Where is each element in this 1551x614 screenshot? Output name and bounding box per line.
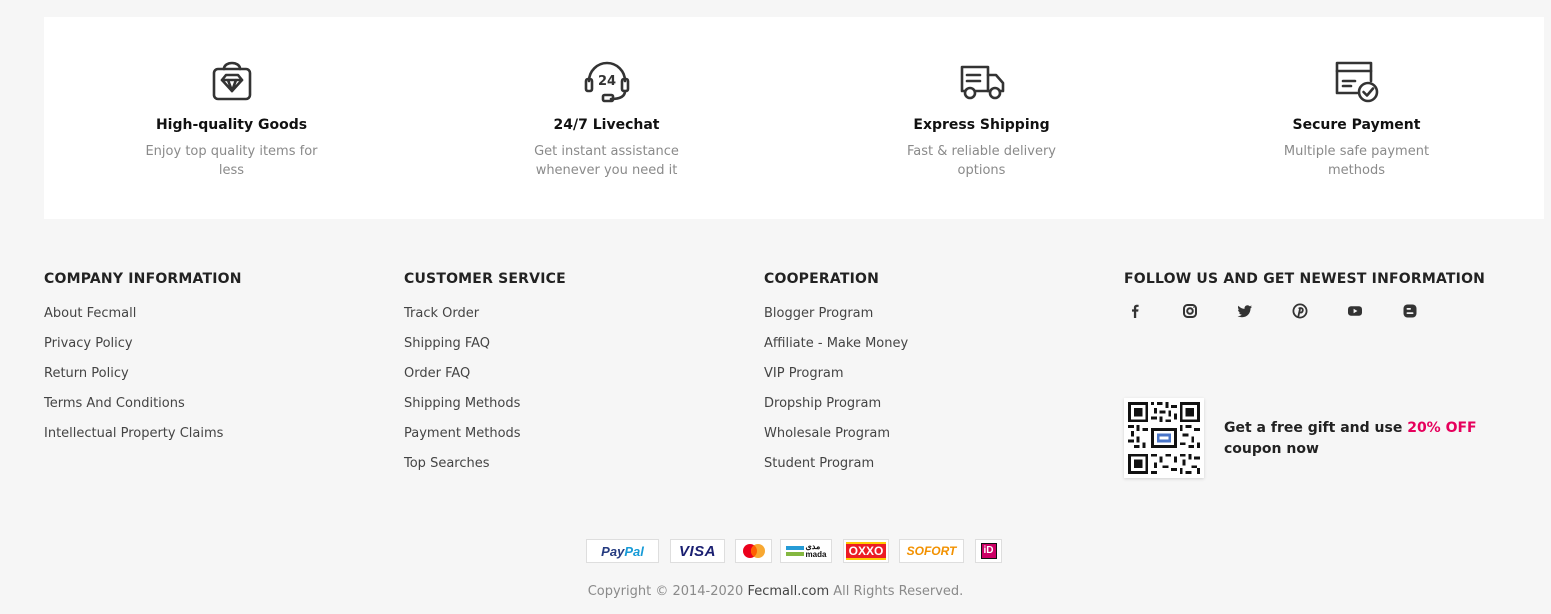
sofort-logo: SOFORT — [899, 539, 964, 563]
mada-latin: mada — [805, 550, 827, 559]
footer-link-wholesale[interactable]: Wholesale Program — [764, 425, 908, 455]
feature-quality: High-quality Goods Enjoy top quality ite… — [44, 17, 419, 219]
features-strip: High-quality Goods Enjoy top quality ite… — [44, 17, 1544, 219]
copyright: Copyright © 2014-2020 Fecmall.com All Ri… — [0, 584, 1551, 599]
footer-column-company: COMPANY INFORMATION About Fecmall Privac… — [44, 269, 242, 455]
footer-link-payment-methods[interactable]: Payment Methods — [404, 425, 566, 455]
headset-24-icon: 24 — [583, 57, 631, 103]
footer-column-cooperation: COOPERATION Blogger Program Affiliate - … — [764, 269, 908, 485]
feature-description: Get instant assistance whenever you need… — [534, 144, 679, 178]
visa-logo: VISA — [670, 539, 725, 563]
footer-link-blogger[interactable]: Blogger Program — [764, 305, 908, 335]
footer-link-order-faq[interactable]: Order FAQ — [404, 365, 566, 395]
feature-secure-payment: Secure Payment Multiple safe payment met… — [1169, 17, 1544, 219]
instagram-icon[interactable] — [1179, 300, 1201, 322]
footer-link-top-searches[interactable]: Top Searches — [404, 455, 566, 485]
feature-description: Multiple safe payment methods — [1283, 144, 1430, 178]
column-heading: FOLLOW US AND GET NEWEST INFORMATION — [1124, 271, 1486, 287]
ideal-logo: iD — [975, 539, 1002, 563]
link-list: About Fecmall Privacy Policy Return Poli… — [44, 305, 242, 455]
footer-link-privacy[interactable]: Privacy Policy — [44, 335, 242, 365]
feature-title: High-quality Goods — [155, 117, 308, 133]
footer-link-shipping-methods[interactable]: Shipping Methods — [404, 395, 566, 425]
footer-link-dropship[interactable]: Dropship Program — [764, 395, 908, 425]
copyright-prefix: Copyright © 2014-2020 — [587, 584, 748, 599]
footer-link-shipping-faq[interactable]: Shipping FAQ — [404, 335, 566, 365]
footer-link-affiliate[interactable]: Affiliate - Make Money — [764, 335, 908, 365]
oxxo-logo: OXXO — [843, 539, 889, 563]
coupon-promo: Get a free gift and use 20% OFF coupon n… — [1224, 418, 1524, 460]
feature-shipping: Express Shipping Fast & reliable deliver… — [794, 17, 1169, 219]
qr-code — [1124, 398, 1204, 478]
feature-title: Express Shipping — [913, 117, 1050, 133]
mada-logo: مدى mada — [780, 539, 832, 563]
footer-link-student[interactable]: Student Program — [764, 455, 908, 485]
link-list: Track Order Shipping FAQ Order FAQ Shipp… — [404, 305, 566, 485]
youtube-icon[interactable] — [1344, 300, 1366, 322]
paypal-pal: Pal — [624, 543, 644, 559]
column-heading: COMPANY INFORMATION — [44, 271, 242, 287]
promo-text: Get a free gift and use — [1224, 420, 1408, 436]
link-list: Blogger Program Affiliate - Make Money V… — [764, 305, 908, 485]
ideal-text: iD — [980, 543, 997, 559]
promo-text-end: coupon now — [1224, 441, 1319, 457]
footer-link-about[interactable]: About Fecmall — [44, 305, 242, 335]
secure-card-check-icon — [1333, 57, 1381, 103]
sofort-text: SOFORT — [906, 544, 957, 558]
footer-link-return[interactable]: Return Policy — [44, 365, 242, 395]
pinterest-icon[interactable] — [1289, 300, 1311, 322]
footer-column-service: CUSTOMER SERVICE Track Order Shipping FA… — [404, 269, 566, 485]
oxxo-text: OXXO — [845, 542, 887, 560]
footer-link-ip-claims[interactable]: Intellectual Property Claims — [44, 425, 242, 455]
footer-link-vip[interactable]: VIP Program — [764, 365, 908, 395]
column-heading: CUSTOMER SERVICE — [404, 271, 566, 287]
twitter-icon[interactable] — [1234, 300, 1256, 322]
facebook-icon[interactable] — [1124, 300, 1146, 322]
feature-title: Secure Payment — [1292, 117, 1421, 133]
shopping-bag-diamond-icon — [208, 57, 256, 103]
delivery-truck-icon — [958, 57, 1006, 103]
footer-column-follow: FOLLOW US AND GET NEWEST INFORMATION — [1124, 269, 1485, 289]
feature-description: Fast & reliable delivery options — [907, 144, 1056, 178]
copyright-suffix: All Rights Reserved. — [829, 584, 964, 599]
feature-description: Enjoy top quality items for less — [145, 144, 318, 178]
blogger-icon[interactable] — [1399, 300, 1421, 322]
copyright-site-link[interactable]: Fecmall.com — [747, 584, 829, 599]
svg-text:24: 24 — [597, 74, 615, 89]
feature-livechat: 24 24/7 Livechat Get instant assistance … — [419, 17, 794, 219]
visa-text: VISA — [678, 542, 716, 560]
footer-link-track-order[interactable]: Track Order — [404, 305, 566, 335]
column-heading: COOPERATION — [764, 271, 880, 287]
promo-discount: 20% OFF — [1407, 420, 1477, 436]
mastercard-icon — [735, 539, 772, 563]
paypal-pay: Pay — [601, 543, 625, 559]
footer-link-terms[interactable]: Terms And Conditions — [44, 395, 242, 425]
paypal-logo: Pay Pal — [586, 539, 659, 563]
feature-title: 24/7 Livechat — [553, 117, 660, 133]
